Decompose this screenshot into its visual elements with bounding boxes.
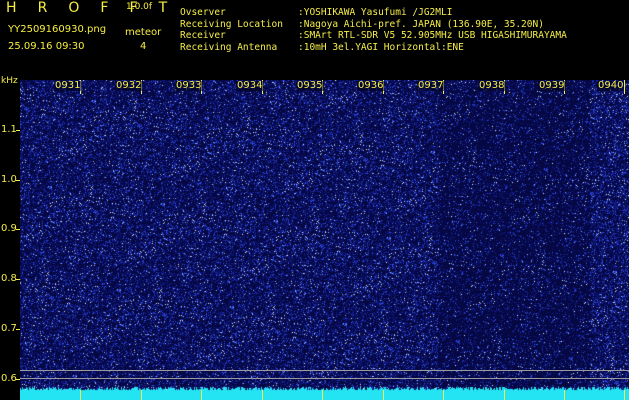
y-tick: [16, 329, 20, 330]
app-version: 1.0.0f: [126, 2, 153, 12]
x-tick-label: 0937: [417, 80, 445, 91]
x-tick-label: 0935: [296, 80, 324, 91]
x-tick-label: 0932: [115, 80, 143, 91]
x-tick-label: 0934: [236, 80, 264, 91]
reference-line-upper: [20, 370, 629, 371]
x-tick-bottom: [80, 390, 81, 400]
info-key: Ovserver: [180, 7, 226, 18]
y-tick: [16, 279, 20, 280]
y-tick: [16, 180, 20, 181]
info-key: Receiving Antenna: [180, 41, 278, 53]
reference-line-lower: [20, 378, 629, 379]
y-tick-label: 1.1: [1, 124, 17, 135]
x-tick-label: 0931: [54, 80, 82, 91]
y-axis-unit: kHz: [1, 76, 18, 86]
y-tick-label: 0.7: [1, 323, 17, 334]
x-tick-label: 0940: [597, 80, 625, 91]
meteor-count: 4: [140, 41, 147, 52]
x-tick-bottom: [262, 390, 263, 400]
capture-datetime: 25.09.16 09:30: [8, 41, 85, 52]
info-row-receiver: Receiver :SMArt RTL-SDR V5 52.905MHz USB …: [180, 30, 567, 42]
x-tick-label: 0938: [478, 80, 506, 91]
spectrogram: [20, 80, 629, 400]
x-tick-bottom: [443, 390, 444, 400]
station-info: Ovserver :YOSHIKAWA Yasufumi /JG2MLI Rece…: [180, 7, 567, 53]
info-value: :YOSHIKAWA Yasufumi /JG2MLI: [298, 7, 453, 18]
y-tick: [16, 130, 20, 131]
x-tick-bottom: [383, 390, 384, 400]
x-tick-bottom: [141, 390, 142, 400]
info-value: :SMArt RTL-SDR V5 52.905MHz USB HIGASHIM…: [298, 30, 567, 41]
y-tick-label: 0.6: [1, 373, 17, 384]
y-tick: [16, 379, 20, 380]
image-filename: YY2509160930.png: [8, 24, 107, 35]
meteor-label: meteor: [125, 27, 162, 38]
y-tick: [16, 229, 20, 230]
info-key: Receiver: [180, 30, 226, 41]
x-tick-bottom: [624, 390, 625, 400]
info-row-location: Receiving Location :Nagoya Aichi-pref. JA…: [180, 19, 567, 31]
hrofft-window: H R O F F T 1.0.0f YY2509160930.png mete…: [0, 0, 629, 400]
spectrogram-canvas: [20, 80, 629, 400]
x-tick-bottom: [504, 390, 505, 400]
x-tick-bottom: [564, 390, 565, 400]
y-tick-label: 0.8: [1, 273, 17, 284]
x-tick-label: 0936: [357, 80, 385, 91]
x-tick-bottom: [201, 390, 202, 400]
y-tick-label: 0.9: [1, 223, 17, 234]
x-tick-label: 0933: [175, 80, 203, 91]
info-value: :10mH 3el.YAGI Horizontal:ENE: [298, 41, 464, 53]
x-tick-bottom: [322, 390, 323, 400]
info-row-antenna: Receiving Antenna :10mH 3el.YAGI Horizont…: [180, 42, 567, 54]
info-value: :Nagoya Aichi-pref. JAPAN (136.90E, 35.2…: [298, 18, 544, 30]
x-tick-label: 0939: [538, 80, 566, 91]
info-key: Receiving Location: [180, 18, 283, 30]
info-row-observer: Ovserver :YOSHIKAWA Yasufumi /JG2MLI: [180, 7, 567, 19]
y-tick-label: 1.0: [1, 174, 17, 185]
